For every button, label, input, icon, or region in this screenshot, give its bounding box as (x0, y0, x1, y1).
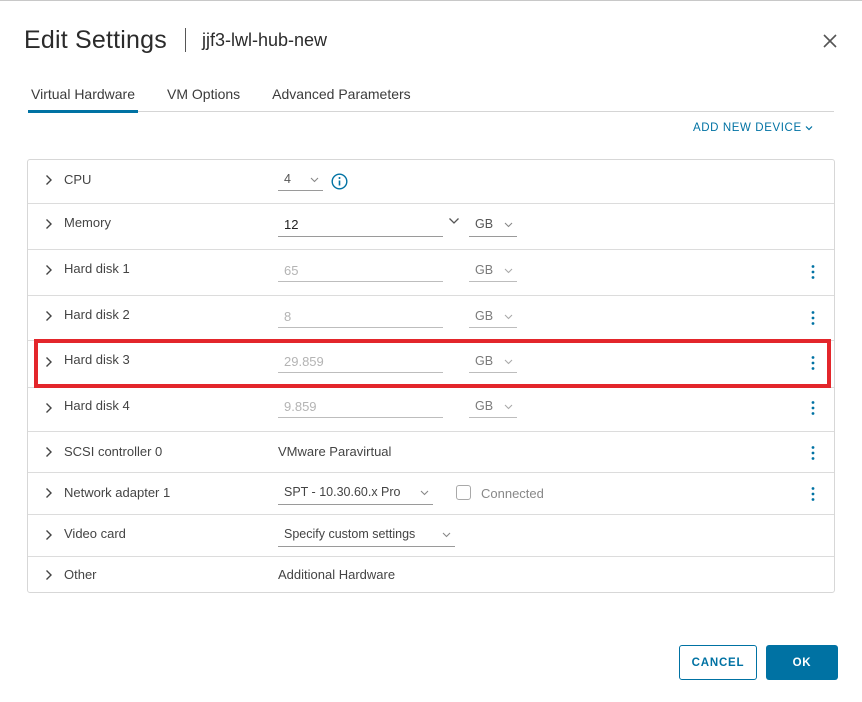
hardware-row-network-adapter: Network adapter 1 SPT - 10.30.60.x Pro C… (28, 473, 834, 515)
chevron-right-icon[interactable] (44, 402, 54, 414)
more-actions-icon[interactable] (808, 355, 818, 371)
hard-disk-2-size-input[interactable]: 8 (278, 309, 443, 328)
more-actions-icon[interactable] (808, 445, 818, 461)
more-actions-icon[interactable] (808, 264, 818, 280)
memory-unit-value: GB (475, 217, 494, 231)
video-card-label: Video card (64, 526, 126, 541)
hard-disk-3-label: Hard disk 3 (64, 352, 130, 367)
hard-disk-1-unit-select[interactable]: GB (469, 263, 517, 282)
hardware-row-scsi-controller: SCSI controller 0 VMware Paravirtual (28, 432, 834, 473)
chevron-down-icon (504, 404, 513, 410)
cancel-button[interactable]: CANCEL (679, 645, 757, 680)
hard-disk-4-label: Hard disk 4 (64, 398, 130, 413)
hard-disk-4-size-input[interactable]: 9.859 (278, 399, 443, 418)
tab-vm-options[interactable]: VM Options (164, 81, 243, 112)
chevron-right-icon[interactable] (44, 174, 54, 186)
cpu-count-value: 4 (284, 172, 291, 186)
tab-advanced-parameters[interactable]: Advanced Parameters (269, 81, 414, 112)
hardware-row-hard-disk-1: Hard disk 1 65 GB (28, 250, 834, 296)
other-label: Other (64, 567, 97, 582)
dialog-header: Edit Settings jjf3-lwl-hub-new (24, 25, 327, 55)
edit-settings-dialog: Edit Settings jjf3-lwl-hub-new Virtual H… (0, 0, 862, 702)
add-new-device-button[interactable]: ADD NEW DEVICE (693, 122, 813, 134)
chevron-right-icon[interactable] (44, 529, 54, 541)
dialog-title: Edit Settings (24, 25, 167, 54)
hardware-row-hard-disk-2: Hard disk 2 8 GB (28, 296, 834, 341)
more-actions-icon[interactable] (808, 400, 818, 416)
hardware-row-video-card: Video card Specify custom settings (28, 515, 834, 557)
video-card-select-value: Specify custom settings (284, 527, 416, 541)
network-select-value: SPT - 10.30.60.x Pro (284, 485, 401, 499)
hard-disk-2-label: Hard disk 2 (64, 307, 130, 322)
connected-checkbox[interactable] (456, 485, 471, 500)
hardware-row-hard-disk-3: Hard disk 3 29.859 GB (28, 341, 834, 388)
chevron-right-icon[interactable] (44, 487, 54, 499)
hard-disk-2-unit-value: GB (475, 309, 494, 323)
memory-size-input[interactable]: 12 (278, 217, 443, 237)
memory-unit-select[interactable]: GB (469, 217, 517, 237)
close-button[interactable] (818, 29, 842, 53)
chevron-down-icon (442, 532, 451, 538)
tab-bar: Virtual Hardware VM Options Advanced Par… (28, 81, 834, 113)
hard-disk-4-unit-value: GB (475, 399, 494, 413)
hardware-row-memory: Memory 12 GB (28, 204, 834, 250)
chevron-down-icon (504, 222, 513, 228)
chevron-down-icon (504, 268, 513, 274)
chevron-down-icon (310, 177, 319, 183)
ok-button[interactable]: OK (766, 645, 838, 680)
chevron-right-icon[interactable] (44, 310, 54, 322)
chevron-down-icon (504, 314, 513, 320)
network-select[interactable]: SPT - 10.30.60.x Pro (278, 485, 433, 505)
cpu-count-select[interactable]: 4 (278, 172, 323, 191)
video-card-select[interactable]: Specify custom settings (278, 527, 455, 547)
vm-name: jjf3-lwl-hub-new (201, 29, 328, 50)
add-new-device-label: ADD NEW DEVICE (693, 122, 802, 134)
chevron-down-icon (504, 359, 513, 365)
memory-label: Memory (64, 215, 111, 230)
chevron-right-icon[interactable] (44, 446, 54, 458)
hard-disk-3-unit-value: GB (475, 354, 494, 368)
chevron-right-icon[interactable] (44, 264, 54, 276)
hard-disk-3-unit-select[interactable]: GB (469, 354, 517, 373)
chevron-down-icon (420, 490, 429, 496)
hard-disk-4-unit-select[interactable]: GB (469, 399, 517, 418)
info-icon[interactable] (331, 173, 348, 190)
hardware-row-other: Other Additional Hardware (28, 557, 834, 593)
virtual-hardware-table: CPU 4 Memory 12 GB Hard disk 1 65 GB Har… (27, 159, 835, 593)
hard-disk-1-size-input[interactable]: 65 (278, 263, 443, 282)
cpu-label: CPU (64, 172, 92, 187)
tab-virtual-hardware[interactable]: Virtual Hardware (28, 81, 139, 113)
scsi-controller-label: SCSI controller 0 (64, 444, 163, 459)
hard-disk-1-unit-value: GB (475, 263, 494, 277)
chevron-down-icon (805, 126, 813, 131)
hard-disk-2-unit-select[interactable]: GB (469, 309, 517, 328)
hard-disk-1-label: Hard disk 1 (64, 261, 130, 276)
connected-label: Connected (481, 486, 544, 501)
close-icon (823, 34, 837, 48)
network-adapter-label: Network adapter 1 (64, 485, 171, 500)
scsi-controller-type: VMware Paravirtual (278, 444, 392, 459)
hardware-row-cpu: CPU 4 (28, 160, 834, 204)
hard-disk-3-size-input[interactable]: 29.859 (278, 354, 443, 373)
chevron-right-icon[interactable] (44, 218, 54, 230)
hardware-row-hard-disk-4: Hard disk 4 9.859 GB (28, 388, 834, 432)
chevron-down-icon[interactable] (448, 217, 460, 225)
chevron-right-icon[interactable] (44, 356, 54, 368)
more-actions-icon[interactable] (808, 310, 818, 326)
other-value: Additional Hardware (278, 567, 396, 582)
title-divider (184, 28, 186, 52)
more-actions-icon[interactable] (808, 486, 818, 502)
chevron-right-icon[interactable] (44, 569, 54, 581)
